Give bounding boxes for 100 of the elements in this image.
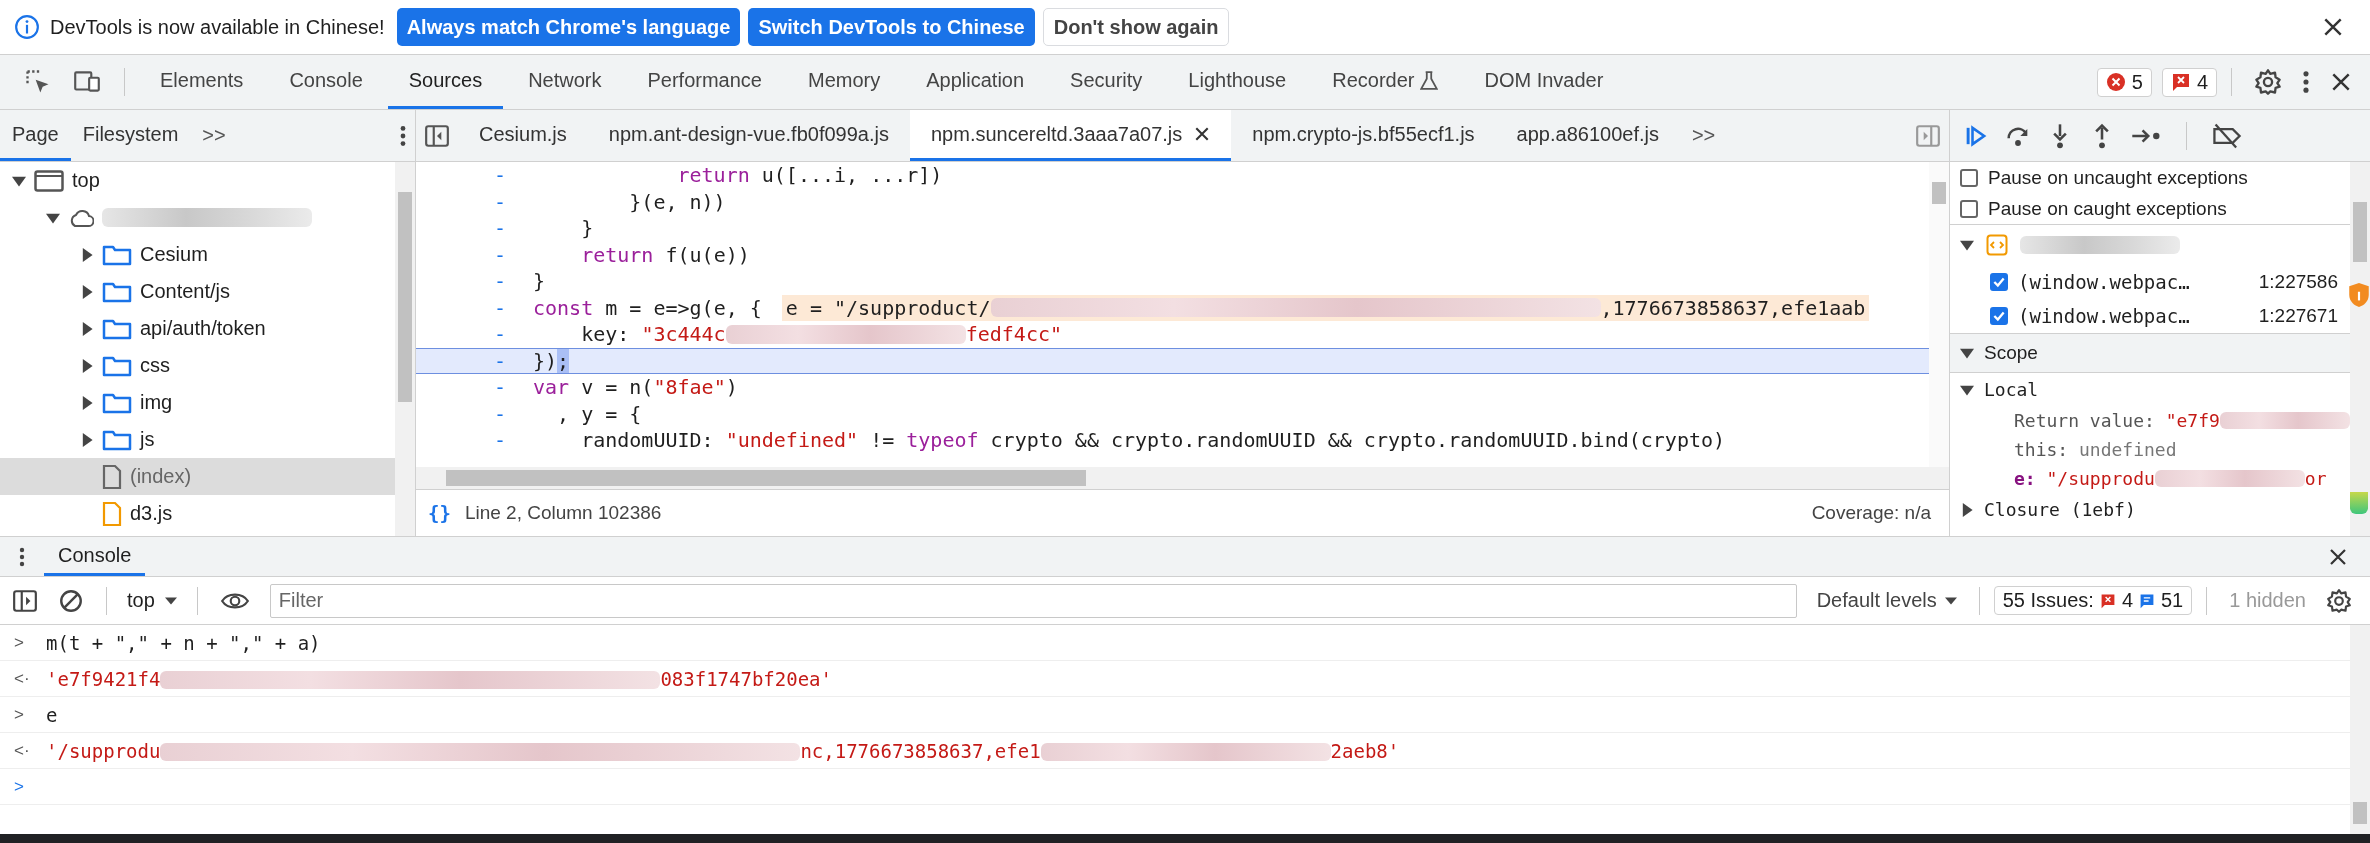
code-line: , y = {: [556, 400, 643, 427]
file-tab[interactable]: npm.suncereltd.3aaa7a07.js: [910, 110, 1232, 161]
exception-option[interactable]: Pause on caught exceptions: [1950, 193, 2350, 224]
infobar-message: DevTools is now available in Chinese!: [50, 15, 385, 39]
file-icon: [102, 463, 122, 490]
infobar-button[interactable]: Always match Chrome's language: [396, 8, 741, 46]
checkbox[interactable]: [1960, 199, 1978, 218]
tree-item[interactable]: d3.js: [0, 495, 395, 532]
exception-option[interactable]: Pause on uncaught exceptions: [1950, 162, 2350, 193]
file-tab[interactable]: Cesium.js: [458, 110, 588, 161]
tree-item[interactable]: (index): [0, 458, 395, 495]
toggle-debugger-icon[interactable]: [1915, 122, 1941, 149]
code-line: return u([...i, ...r]): [676, 162, 944, 189]
context-selector[interactable]: top: [121, 589, 183, 612]
clear-console-icon[interactable]: [58, 587, 84, 614]
tree-item[interactable]: Cesium: [0, 236, 395, 273]
tree-item[interactable]: css: [0, 347, 395, 384]
filter-input[interactable]: Filter: [269, 583, 1797, 618]
panel-tab[interactable]: Console: [268, 55, 384, 109]
panel-tab[interactable]: Security: [1049, 55, 1164, 109]
code-line: var v = n("8fae"): [532, 374, 739, 401]
message-icon: [2139, 592, 2155, 609]
code-line: }: [532, 268, 547, 295]
toggle-navigator-icon[interactable]: [424, 122, 450, 149]
breakpoint-label: (window.webpac…: [2018, 305, 2190, 327]
panel-tab[interactable]: Performance: [626, 55, 783, 109]
scope-group[interactable]: Closure (1ebf): [1950, 493, 2350, 526]
tree-item[interactable]: js: [0, 421, 395, 458]
panel-tab[interactable]: Memory: [787, 55, 902, 109]
deactivate-breakpoints-icon[interactable]: [2211, 121, 2243, 150]
drawer-tab[interactable]: Console: [44, 537, 146, 576]
line-gutter-mark: -: [492, 268, 507, 295]
coverage-status: Coverage: n/a: [1811, 502, 1931, 524]
folder-icon: [102, 243, 132, 266]
settings-icon[interactable]: [2254, 68, 2282, 96]
dropdown-arrow-icon: [164, 594, 177, 607]
issues-button[interactable]: 55 Issues: 4 51: [1993, 586, 2193, 615]
caret-icon[interactable]: [1960, 238, 1974, 252]
panel-tab[interactable]: Network: [507, 55, 623, 109]
scrollbar[interactable]: [2350, 625, 2370, 834]
code-line: randomUUID: "undefined" != typeof crypto && crypto.randomUUID && crypto.randomUUID.bind(crypto): [580, 427, 1727, 454]
panel-tab[interactable]: Application: [905, 55, 1046, 109]
folder-icon: [102, 391, 132, 414]
info-icon: [14, 14, 40, 40]
scrollbar[interactable]: [395, 162, 415, 536]
more-options-icon[interactable]: [2302, 68, 2310, 96]
scope-group[interactable]: Local: [1950, 373, 2350, 406]
tree-item[interactable]: top: [0, 162, 395, 199]
folder-icon: [102, 280, 132, 303]
infobar-button[interactable]: Switch DevTools to Chinese: [748, 8, 1035, 46]
close-icon[interactable]: [2328, 546, 2348, 567]
tree-item[interactable]: img: [0, 384, 395, 421]
panel-tab[interactable]: DOM Invader: [1463, 55, 1625, 109]
scrollbar[interactable]: [1929, 162, 1949, 467]
section-header[interactable]: Scope: [1950, 333, 2350, 373]
console-command-text: m(t + "," + n + "," + a): [46, 631, 321, 654]
scope-variable: e: "/supprodu or: [2013, 467, 2328, 491]
panel-tab[interactable]: Recorder: [1311, 55, 1460, 109]
breakpoint-label: (window.webpac…: [2018, 271, 2190, 293]
file-tab[interactable]: npm.crypto-js.bf55ecf1.js: [1231, 110, 1496, 161]
folder-icon: [102, 428, 132, 451]
settings-icon[interactable]: [2326, 587, 2352, 614]
line-gutter-mark: -: [492, 241, 507, 268]
error-counter[interactable]: 5: [2096, 67, 2152, 97]
file-tab[interactable]: app.a86100ef.js: [1495, 110, 1680, 161]
infobar-button[interactable]: Don't show again: [1042, 8, 1230, 46]
scope-variable: Return value: "e7f9: [1950, 406, 2350, 435]
panel-tab[interactable]: Elements: [139, 55, 265, 109]
scrollbar[interactable]: [416, 467, 1949, 489]
issues-counter[interactable]: 4: [2161, 67, 2217, 97]
checkbox[interactable]: [1990, 307, 2008, 325]
tree-item[interactable]: api/auth/token: [0, 310, 395, 347]
extension-icon: [2350, 492, 2368, 514]
close-icon[interactable]: [2322, 16, 2344, 38]
prompt-marker: >: [14, 704, 25, 725]
hidden-count: 1 hidden: [2229, 589, 2306, 612]
log-levels-dropdown[interactable]: Default levels: [1808, 589, 1965, 612]
more-tabs-button[interactable]: >>: [190, 124, 238, 147]
scrollbar[interactable]: [2350, 162, 2370, 536]
prompt-marker: >: [14, 776, 25, 797]
device-toolbar-icon[interactable]: [72, 69, 102, 95]
line-gutter-mark: -: [492, 427, 507, 454]
checkbox[interactable]: [1960, 168, 1978, 187]
code-line: }: [580, 215, 595, 242]
prompt-marker: <·: [14, 668, 31, 689]
close-icon[interactable]: [2330, 71, 2352, 93]
pretty-print-button[interactable]: {}: [428, 502, 451, 524]
error-icon: [2105, 72, 2126, 92]
folder-icon: [102, 354, 132, 377]
navigator-tab[interactable]: Page: [0, 110, 71, 161]
sidebar-toggle-icon[interactable]: [12, 587, 38, 614]
line-gutter-mark: -: [492, 374, 507, 401]
navigator-tab[interactable]: Filesystem: [70, 110, 191, 161]
file-tab[interactable]: npm.ant-design-vue.fb0f099a.js: [587, 110, 910, 161]
more-tabs-button[interactable]: >>: [1679, 124, 1728, 147]
tree-item[interactable]: Content/js: [0, 273, 395, 310]
close-icon[interactable]: [1194, 126, 1211, 142]
checkbox[interactable]: [1990, 273, 2008, 291]
frame-icon: [34, 169, 64, 192]
panel-tab[interactable]: Lighthouse: [1167, 55, 1308, 109]
